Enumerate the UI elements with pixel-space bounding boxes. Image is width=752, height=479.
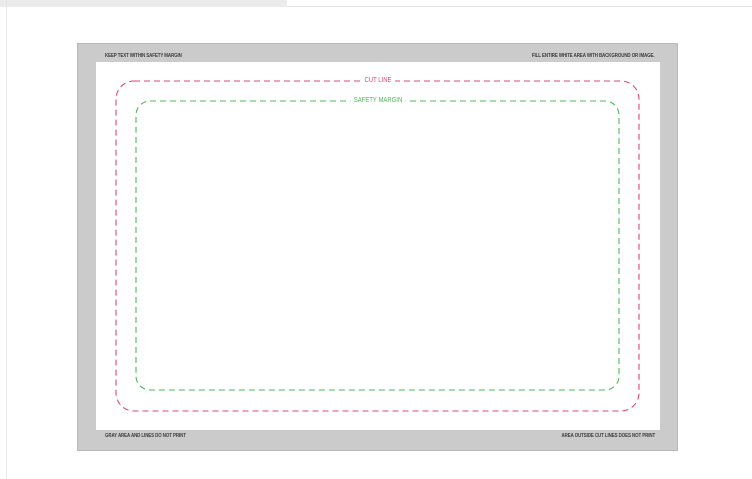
cut-line-label: CUT LINE: [361, 77, 395, 85]
safety-margin-label: SAFETY MARGIN: [350, 97, 406, 105]
document-viewer: KEEP TEXT WITHIN SAFETY MARGIN FILL ENTI…: [0, 0, 752, 479]
cut-line-border: [115, 80, 640, 412]
guide-lines: [115, 80, 640, 412]
safety-margin-border: [135, 100, 620, 391]
